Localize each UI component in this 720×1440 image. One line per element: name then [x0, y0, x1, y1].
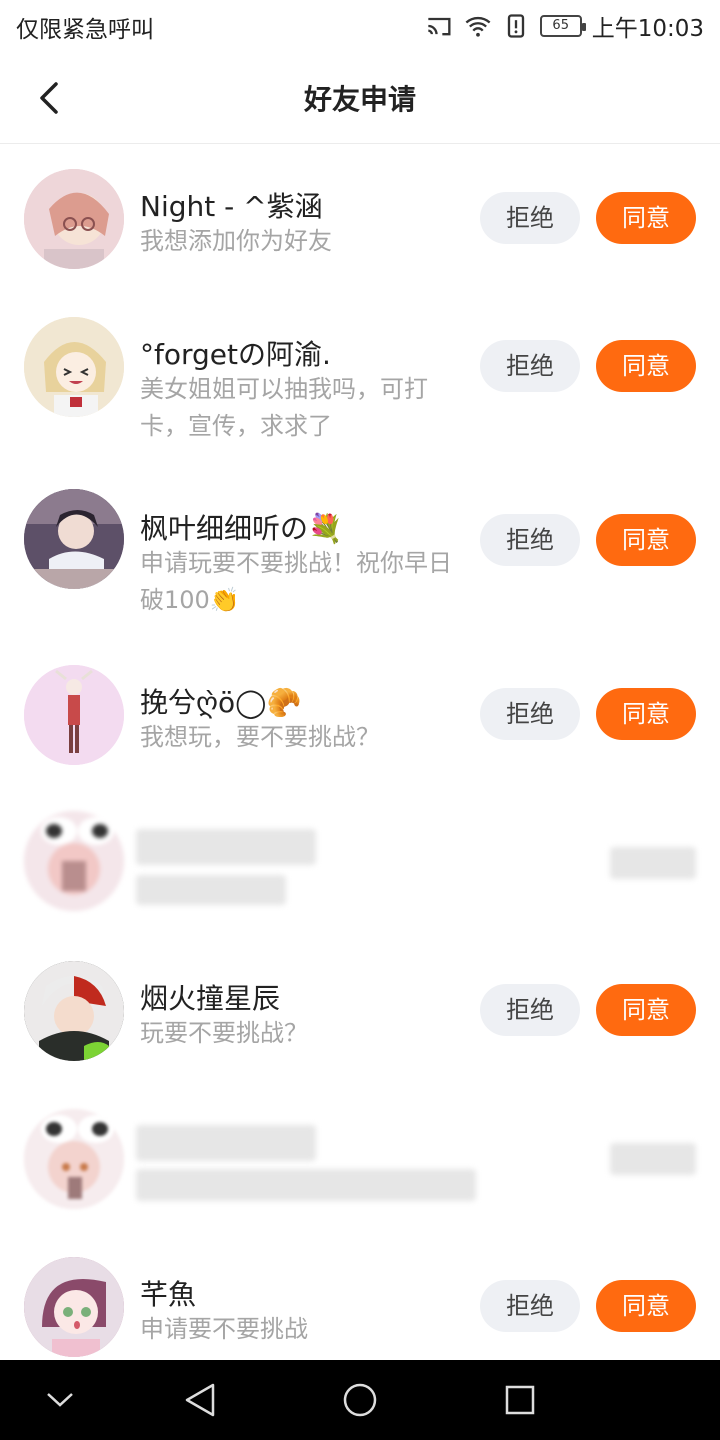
blurred-status — [610, 847, 696, 879]
requester-name: 芊魚 — [140, 1278, 197, 1311]
avatar-art-icon — [24, 961, 124, 1061]
reject-button[interactable]: 拒绝 — [480, 688, 580, 740]
chevron-down-icon — [47, 1393, 73, 1407]
status-icons: 65 上午10:03 — [426, 9, 704, 43]
wifi-icon — [465, 16, 491, 37]
avatar[interactable] — [24, 169, 124, 269]
request-message: 我想添加你为好友 — [140, 227, 332, 255]
list-item: °forgetの阿渝. 美女姐姐可以抽我吗，可打卡，宣传，求求了 拒绝 同意 — [0, 293, 720, 467]
accept-button[interactable]: 同意 — [596, 688, 696, 740]
circle-home-icon — [343, 1383, 377, 1417]
avatar[interactable] — [24, 811, 124, 911]
avatar-art-icon — [24, 1109, 124, 1209]
blurred-name — [136, 1125, 316, 1161]
reject-button[interactable]: 拒绝 — [480, 984, 580, 1036]
requester-name: Night - ^紫涵 — [140, 190, 323, 223]
list-item: 烟火撞星辰 玩要不要挑战？ 拒绝 同意 — [0, 937, 720, 1085]
accept-button[interactable]: 同意 — [596, 192, 696, 244]
app-header: 好友申请 — [0, 50, 720, 144]
reject-button[interactable]: 拒绝 — [480, 340, 580, 392]
reject-button[interactable]: 拒绝 — [480, 192, 580, 244]
accept-button[interactable]: 同意 — [596, 984, 696, 1036]
clock-text: 上午10:03 — [591, 16, 704, 42]
avatar[interactable] — [24, 1257, 124, 1357]
reject-button[interactable]: 拒绝 — [480, 1280, 580, 1332]
cast-icon — [427, 17, 451, 36]
avatar[interactable] — [24, 961, 124, 1061]
accept-button[interactable]: 同意 — [596, 514, 696, 566]
blurred-name — [136, 829, 316, 865]
requester-name: 挽兮ღ̀ö◯🥐 — [140, 686, 302, 719]
request-message: 我想玩，要不要挑战？ — [140, 723, 380, 751]
home-nav-button[interactable] — [338, 1378, 382, 1422]
blurred-message — [136, 875, 286, 905]
status-bar: 仅限紧急呼叫 65 上午10:03 — [0, 0, 720, 50]
request-message: 玩要不要挑战？ — [140, 1019, 308, 1047]
list-item: 挽兮ღ̀ö◯🥐 我想玩，要不要挑战？ 拒绝 同意 — [0, 641, 720, 789]
avatar-art-icon — [24, 169, 124, 269]
avatar-art-icon — [24, 1257, 124, 1357]
avatar[interactable] — [24, 1109, 124, 1209]
list-item: 芊魚 申请要不要挑战 拒绝 同意 — [0, 1233, 720, 1363]
accept-button[interactable]: 同意 — [596, 1280, 696, 1332]
avatar[interactable] — [24, 489, 124, 589]
battery-indicator: 65 — [539, 15, 586, 37]
carrier-text: 仅限紧急呼叫 — [16, 17, 154, 43]
triangle-back-icon — [185, 1383, 215, 1417]
avatar[interactable] — [24, 317, 124, 417]
list-item: 枫叶细细听の💐 申请玩要不要挑战！祝你早日破100👏 拒绝 同意 — [0, 467, 720, 641]
alert-icon — [507, 14, 524, 38]
requester-name: 枫叶细细听の💐 — [140, 512, 343, 545]
list-item-blurred — [0, 1085, 720, 1233]
reject-button[interactable]: 拒绝 — [480, 514, 580, 566]
hide-keyboard-button[interactable] — [38, 1378, 82, 1422]
request-message: 申请要不要挑战 — [140, 1315, 308, 1343]
system-navigation-bar — [0, 1360, 720, 1440]
screen: 仅限紧急呼叫 65 上午10:03 好友申请 Night - ^紫涵 我想添加你… — [0, 0, 720, 1440]
square-recents-icon — [505, 1385, 535, 1415]
list-item-blurred — [0, 789, 720, 937]
back-nav-button[interactable] — [178, 1378, 222, 1422]
avatar-art-icon — [24, 665, 124, 765]
list-item: Night - ^紫涵 我想添加你为好友 拒绝 同意 — [0, 145, 720, 293]
avatar-art-icon — [24, 317, 124, 417]
request-message: 美女姐姐可以抽我吗，可打卡，宣传，求求了 — [140, 375, 428, 440]
accept-button[interactable]: 同意 — [596, 340, 696, 392]
page-title: 好友申请 — [303, 83, 416, 116]
requester-name: 烟火撞星辰 — [140, 982, 281, 1015]
blurred-message — [136, 1169, 476, 1201]
request-message: 申请玩要不要挑战！祝你早日破100👏 — [140, 549, 452, 614]
requester-name: °forgetの阿渝. — [140, 338, 331, 371]
avatar-art-icon — [24, 489, 124, 589]
recents-nav-button[interactable] — [498, 1378, 542, 1422]
blurred-status — [610, 1143, 696, 1175]
avatar-art-icon — [24, 811, 124, 911]
avatar[interactable] — [24, 665, 124, 765]
